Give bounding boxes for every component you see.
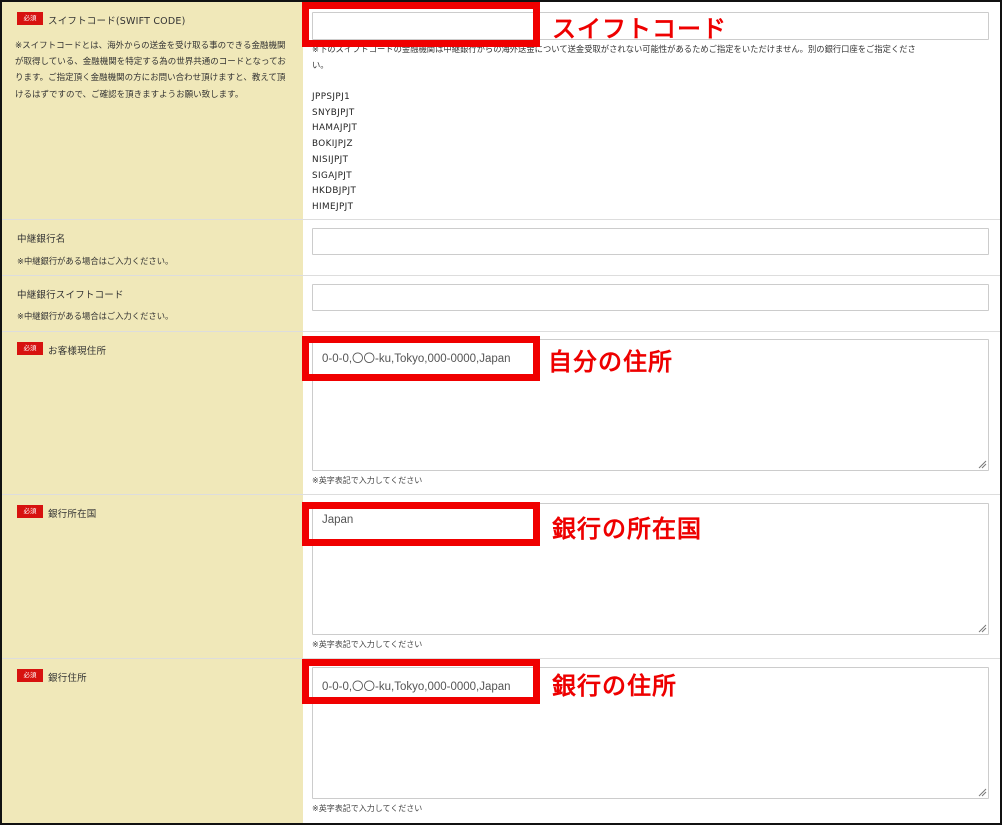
description-line: が取得している、金融機関を特定する為の世界共通のコードとなってお (15, 57, 286, 68)
list-item: SIGAJPJT (312, 170, 353, 181)
description-line: ※スイフトコードとは、海外からの送金を受け取る事のできる金融機関 (15, 41, 286, 51)
list-item: HAMAJPJT (312, 123, 358, 134)
intermediary-bank-field-cell (303, 220, 1000, 275)
intermediary-bank-label: 中継銀行名 (17, 234, 66, 245)
excluded-swift-code-list: JPPSJPJ1 SNYBJPJT HAMAJPJT BOKIJPJZ NISI… (312, 90, 357, 216)
required-badge: 必須 (17, 342, 43, 355)
bank-address-highlight-box (302, 659, 540, 704)
resize-handle-icon[interactable] (978, 624, 987, 633)
required-badge: 必須 (17, 505, 43, 518)
bank-address-label-cell: 必須 銀行住所 (2, 659, 303, 823)
swift-code-label: スイフトコード(SWIFT CODE) (48, 16, 186, 27)
bank-country-label: 銀行所在国 (48, 509, 97, 520)
bank-country-highlight-box (302, 502, 540, 546)
intermediary-swift-row: 中継銀行スイフトコード ※中継銀行がある場合はご入力ください。 (2, 276, 1000, 332)
list-item: NISIJPJT (312, 154, 349, 165)
intermediary-bank-input[interactable] (312, 228, 989, 255)
bank-country-annotation: 銀行の所在国 (552, 515, 702, 543)
intermediary-swift-field-cell (303, 276, 1000, 331)
intermediary-bank-label-cell: 中継銀行名 ※中継銀行がある場合はご入力ください。 (2, 220, 303, 275)
intermediary-bank-note: ※中継銀行がある場合はご入力ください。 (17, 256, 174, 266)
form-frame: 必須 スイフトコード(SWIFT CODE) ※スイフトコードとは、海外からの送… (0, 0, 1002, 825)
intermediary-swift-note: ※中継銀行がある場合はご入力ください。 (17, 311, 174, 321)
swift-code-highlight-box (302, 2, 540, 47)
description-line: ります。ご指定頂く金融機関の方にお問い合わせ頂けますと、教えて頂 (15, 73, 286, 84)
list-item: BOKIJPJZ (312, 139, 353, 150)
bank-country-note: ※英字表記で入力してください (312, 640, 423, 649)
required-badge: 必須 (17, 669, 43, 682)
list-item: SNYBJPJT (312, 107, 355, 118)
resize-handle-icon[interactable] (978, 460, 987, 469)
list-item: HKDBJPJT (312, 186, 357, 197)
swift-code-note: い。 (312, 60, 329, 70)
customer-address-highlight-box (302, 336, 540, 381)
intermediary-swift-label: 中継銀行スイフトコード (17, 290, 124, 301)
customer-address-annotation: 自分の住所 (548, 348, 673, 376)
bank-country-label-cell: 必須 銀行所在国 (2, 495, 303, 658)
customer-address-label: お客様現住所 (48, 346, 107, 357)
bank-address-label: 銀行住所 (48, 673, 87, 684)
customer-address-note: ※英字表記で入力してください (312, 476, 423, 485)
swift-code-annotation: スイフトコード (552, 15, 727, 43)
list-item: JPPSJPJ1 (312, 92, 351, 102)
intermediary-swift-label-cell: 中継銀行スイフトコード ※中継銀行がある場合はご入力ください。 (2, 276, 303, 331)
customer-address-label-cell: 必須 お客様現住所 (2, 332, 303, 494)
intermediary-bank-row: 中継銀行名 ※中継銀行がある場合はご入力ください。 (2, 220, 1000, 276)
intermediary-swift-input[interactable] (312, 284, 989, 311)
required-badge: 必須 (17, 12, 43, 25)
swift-code-label-cell: 必須 スイフトコード(SWIFT CODE) ※スイフトコードとは、海外からの送… (2, 2, 303, 219)
bank-address-annotation: 銀行の住所 (552, 672, 677, 700)
bank-address-note: ※英字表記で入力してください (312, 804, 423, 813)
list-item: HIMEJPJT (312, 201, 354, 212)
description-line: けるはずですので、ご確認を頂きますようお願い致します。 (15, 89, 244, 100)
resize-handle-icon[interactable] (978, 788, 987, 797)
swift-code-description: ※スイフトコードとは、海外からの送金を受け取る事のできる金融機関 が取得している… (15, 38, 290, 103)
